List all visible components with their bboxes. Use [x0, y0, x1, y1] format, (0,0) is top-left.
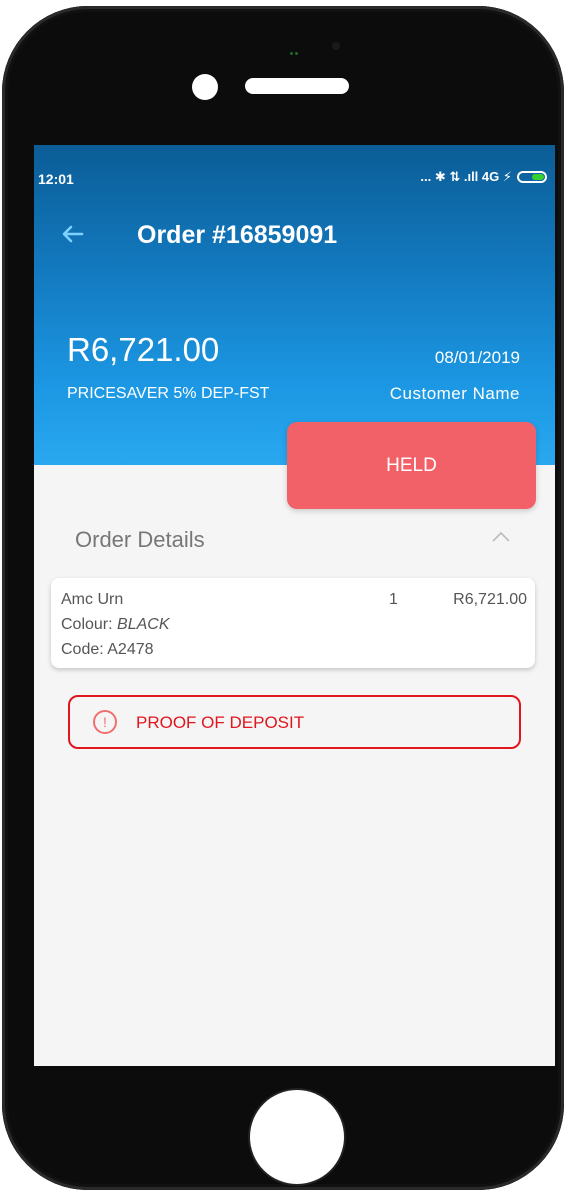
status-icons-text: ... ✱ ⇅ .ıll 4G ⚡: [420, 169, 512, 184]
order-header: 12:01 ... ✱ ⇅ .ıll 4G ⚡ Order #16859091 …: [34, 145, 555, 465]
item-price: R6,721.00: [453, 591, 527, 608]
item-colour-value: BLACK: [117, 616, 170, 633]
proof-of-deposit-button[interactable]: ! PROOF OF DEPOSIT: [68, 695, 521, 749]
proximity-sensor: [290, 42, 300, 55]
held-status-button[interactable]: HELD: [287, 422, 536, 509]
order-plan: PRICESAVER 5% DEP-FST: [67, 385, 270, 402]
home-button[interactable]: [250, 1090, 344, 1184]
collapse-icon: [492, 531, 510, 542]
front-camera: [192, 74, 218, 100]
item-quantity: 1: [389, 591, 398, 608]
item-colour: Colour: BLACK: [61, 616, 170, 634]
order-date: 08/01/2019: [434, 348, 520, 367]
item-colour-label: Colour:: [61, 616, 118, 633]
ambient-sensor: [332, 42, 340, 50]
item-name: Amc Urn: [61, 591, 124, 608]
alert-circle-icon: !: [93, 710, 117, 734]
earpiece-speaker: [245, 78, 349, 94]
arrow-left-icon: [62, 225, 84, 243]
page-title: Order #16859091: [137, 221, 338, 249]
status-bar: 12:01 ... ✱ ⇅ .ıll 4G ⚡: [34, 167, 555, 187]
section-title: Order Details: [75, 527, 205, 552]
proof-of-deposit-label: PROOF OF DEPOSIT: [136, 713, 305, 732]
item-code: Code: A2478: [61, 641, 154, 658]
app-screen: 12:01 ... ✱ ⇅ .ıll 4G ⚡ Order #16859091 …: [34, 145, 555, 1066]
back-arrow-icon[interactable]: [58, 219, 88, 249]
status-icons: ... ✱ ⇅ .ıll 4G ⚡: [420, 169, 547, 185]
battery-icon: [517, 171, 547, 183]
status-time: 12:01: [38, 171, 74, 187]
customer-name: Customer Name: [389, 384, 520, 403]
chevron-up-icon[interactable]: [491, 527, 511, 547]
order-item-card[interactable]: Amc Urn 1 R6,721.00 Colour: BLACK Code: …: [51, 578, 535, 668]
order-amount: R6,721.00: [67, 331, 220, 368]
